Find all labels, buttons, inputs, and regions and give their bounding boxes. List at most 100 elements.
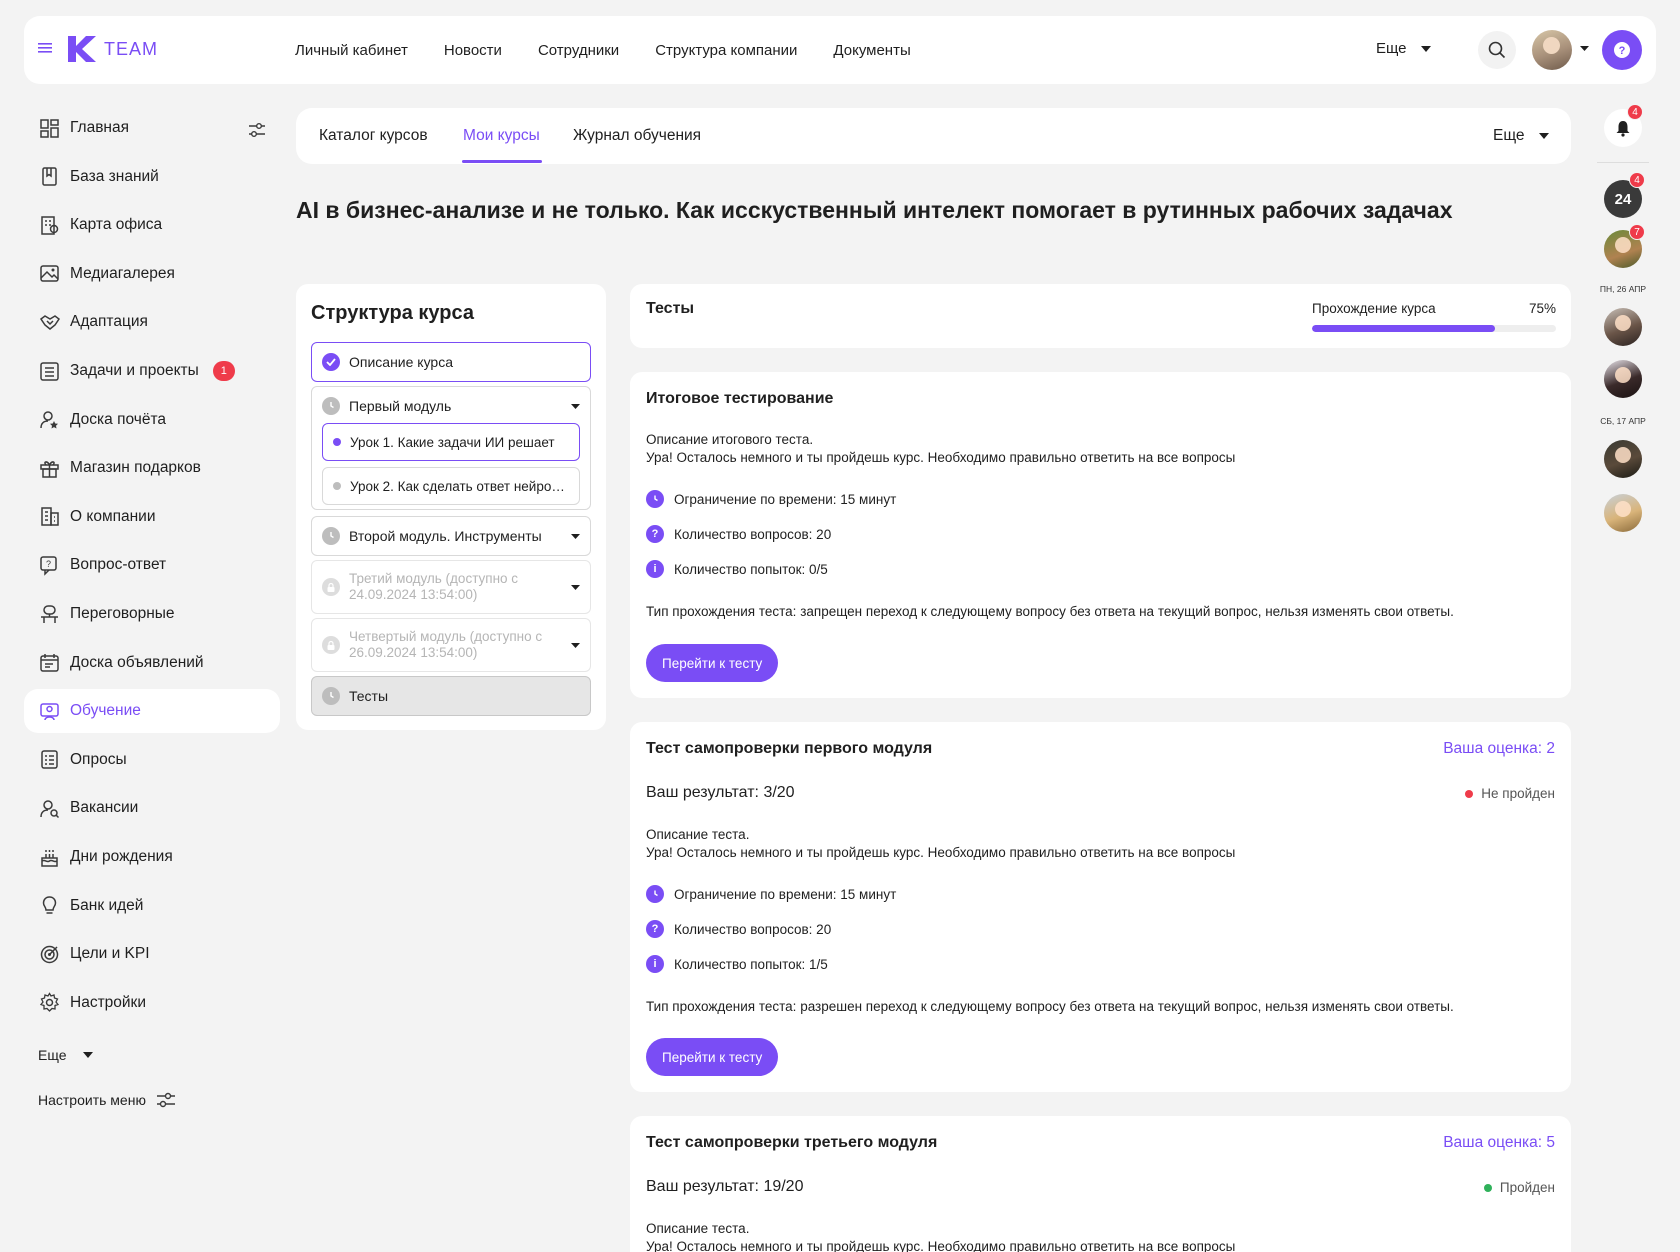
test-attempts: i Количество попыток: 0/5 (646, 560, 828, 578)
info-icon: i (646, 955, 664, 973)
tab-course-catalog[interactable]: Каталог курсов (319, 127, 428, 145)
building-icon (38, 506, 60, 528)
module-1-header[interactable]: Первый модуль (312, 387, 590, 425)
structure-title: Структура курса (311, 302, 474, 324)
structure-item-tests[interactable]: Тесты (311, 676, 591, 716)
sidebar-item-15[interactable]: Дни рождения (24, 835, 280, 879)
sidebar-item-7[interactable]: Магазин подарков (24, 446, 280, 490)
sidebar-item-3[interactable]: Медиагалерея (24, 252, 280, 296)
contact-avatar[interactable] (1604, 494, 1642, 532)
chevron-down-icon (571, 642, 580, 648)
chevron-down-icon (1420, 45, 1431, 52)
notification-badge: 4 (1627, 104, 1643, 120)
sidebar-item-1[interactable]: База знаний (24, 155, 280, 199)
tabs-more-button[interactable]: Еще (1493, 127, 1549, 145)
tasks-icon (38, 360, 60, 382)
question-icon: ? (1614, 42, 1630, 58)
structure-module-2[interactable]: Второй модуль. Инструменты (311, 516, 591, 556)
sidebar-item-label: О компании (70, 507, 156, 525)
module-1-test-card: Тест самопроверки первого модуля Ваша оц… (630, 722, 1571, 1092)
sidebar-more-button[interactable]: Еще (38, 1047, 93, 1063)
user-avatar[interactable] (1532, 30, 1572, 70)
lesson-dot (333, 438, 341, 446)
book-icon (38, 166, 60, 188)
date-label: ПН, 26 АПР (1599, 284, 1647, 294)
date-label: СБ, 17 АПР (1600, 416, 1646, 426)
tab-my-courses[interactable]: Мои курсы (463, 127, 540, 145)
chevron-down-icon[interactable] (1580, 46, 1589, 51)
top-nav: Личный кабинет Новости Сотрудники Структ… (295, 16, 911, 84)
sidebar-item-14[interactable]: Вакансии (24, 786, 280, 830)
configure-menu-label: Настроить меню (38, 1092, 146, 1108)
progress-bar (1312, 325, 1556, 332)
status-dot (1483, 1183, 1492, 1192)
sidebar-item-5[interactable]: Задачи и проекты 1 (24, 349, 280, 393)
logo[interactable]: TEAM (66, 34, 158, 64)
meeting-room-icon (38, 603, 60, 625)
search-button[interactable] (1478, 31, 1516, 69)
nav-news[interactable]: Новости (444, 42, 502, 59)
learning-icon (38, 700, 60, 722)
test-pass-type: Тип прохождения теста: разрешен переход … (646, 999, 1454, 1014)
contact-avatar[interactable] (1604, 360, 1642, 398)
sidebar-item-17[interactable]: Цели и KPI (24, 932, 280, 976)
sidebar-item-label: Адаптация (70, 313, 148, 331)
tab-learning-journal[interactable]: Журнал обучения (573, 127, 701, 145)
test-grade: Ваша оценка: 5 (1443, 1134, 1555, 1151)
lightbulb-icon (38, 895, 60, 917)
announcement-icon (38, 652, 60, 674)
contact-avatar[interactable] (1604, 440, 1642, 478)
go-to-test-button[interactable]: Перейти к тесту (646, 1038, 779, 1076)
test-title: Тест самопроверки третьего модуля (646, 1134, 938, 1151)
sidebar-item-11[interactable]: Доска объявлений (24, 641, 280, 685)
configure-menu-button[interactable]: Настроить меню (38, 1091, 176, 1109)
svg-text:?: ? (45, 559, 50, 569)
sliders-icon[interactable] (248, 122, 266, 138)
sidebar-item-6[interactable]: Доска почёта (24, 398, 280, 442)
metric-text: Количество вопросов: 20 (674, 921, 832, 937)
user-star-icon (38, 409, 60, 431)
sidebar-item-12[interactable]: Обучение (24, 689, 280, 734)
test-attempts: i Количество попыток: 1/5 (646, 955, 828, 973)
module-3-test-card: Тест самопроверки третьего модуля Ваша о… (630, 1116, 1571, 1252)
progress-label: Прохождение курса (1312, 301, 1436, 316)
lesson-label: Урок 1. Какие задачи ИИ решает (350, 434, 555, 450)
structure-module-1: Первый модуль Урок 1. Какие задачи ИИ ре… (311, 386, 591, 510)
course-tabs: Каталог курсов Мои курсы Журнал обучения… (296, 108, 1571, 164)
course-structure: Структура курса Описание курса Первый мо… (296, 284, 606, 730)
sidebar-item-4[interactable]: Адаптация (24, 300, 280, 344)
structure-item-label: Описание курса (349, 354, 454, 370)
nav-company-structure[interactable]: Структура компании (655, 42, 797, 59)
sidebar-item-label: Вопрос-ответ (70, 556, 167, 574)
lesson-label: Урок 2. Как сделать ответ нейросети (350, 478, 579, 494)
sidebar-item-18[interactable]: Настройки (24, 981, 280, 1025)
lesson-2[interactable]: Урок 2. Как сделать ответ нейросети (322, 467, 580, 505)
sidebar-item-10[interactable]: Переговорные (24, 592, 280, 636)
sidebar-item-2[interactable]: Карта офиса (24, 203, 280, 247)
sidebar-item-0[interactable]: Главная (24, 106, 280, 150)
sidebar-item-label: Доска почёта (70, 410, 167, 428)
lock-icon (322, 578, 340, 596)
contact-avatar[interactable] (1604, 308, 1642, 346)
structure-module-3: Третий модуль (доступно с 24.09.2024 13:… (311, 560, 591, 614)
sidebar-item-label: Банк идей (70, 896, 144, 914)
nav-more-button[interactable]: Еще (1376, 40, 1431, 57)
help-button[interactable]: ? (1602, 30, 1642, 70)
module-label: Четвертый модуль (доступно с 26.09.2024 … (349, 629, 543, 660)
sidebar-item-16[interactable]: Банк идей (24, 884, 280, 928)
go-to-test-button[interactable]: Перейти к тесту (646, 644, 779, 682)
sidebar-item-13[interactable]: Опросы (24, 738, 280, 782)
test-pass-type: Тип прохождения теста: запрещен переход … (646, 604, 1454, 619)
sidebar-item-9[interactable]: ? Вопрос-ответ (24, 543, 280, 587)
nav-personal-cabinet[interactable]: Личный кабинет (295, 42, 408, 59)
structure-item-description[interactable]: Описание курса (311, 342, 591, 382)
test-title: Тест самопроверки первого модуля (646, 740, 933, 757)
menu-icon[interactable] (38, 42, 52, 54)
lesson-1[interactable]: Урок 1. Какие задачи ИИ решает (322, 423, 580, 461)
top-header: TEAM Личный кабинет Новости Сотрудники С… (24, 16, 1656, 84)
module-label: Второй модуль. Инструменты (349, 528, 542, 544)
sidebar-item-8[interactable]: О компании (24, 495, 280, 539)
test-description-line: Ура! Осталось немного и ты пройдешь курс… (646, 845, 1236, 860)
nav-employees[interactable]: Сотрудники (538, 42, 619, 59)
nav-documents[interactable]: Документы (833, 42, 910, 59)
